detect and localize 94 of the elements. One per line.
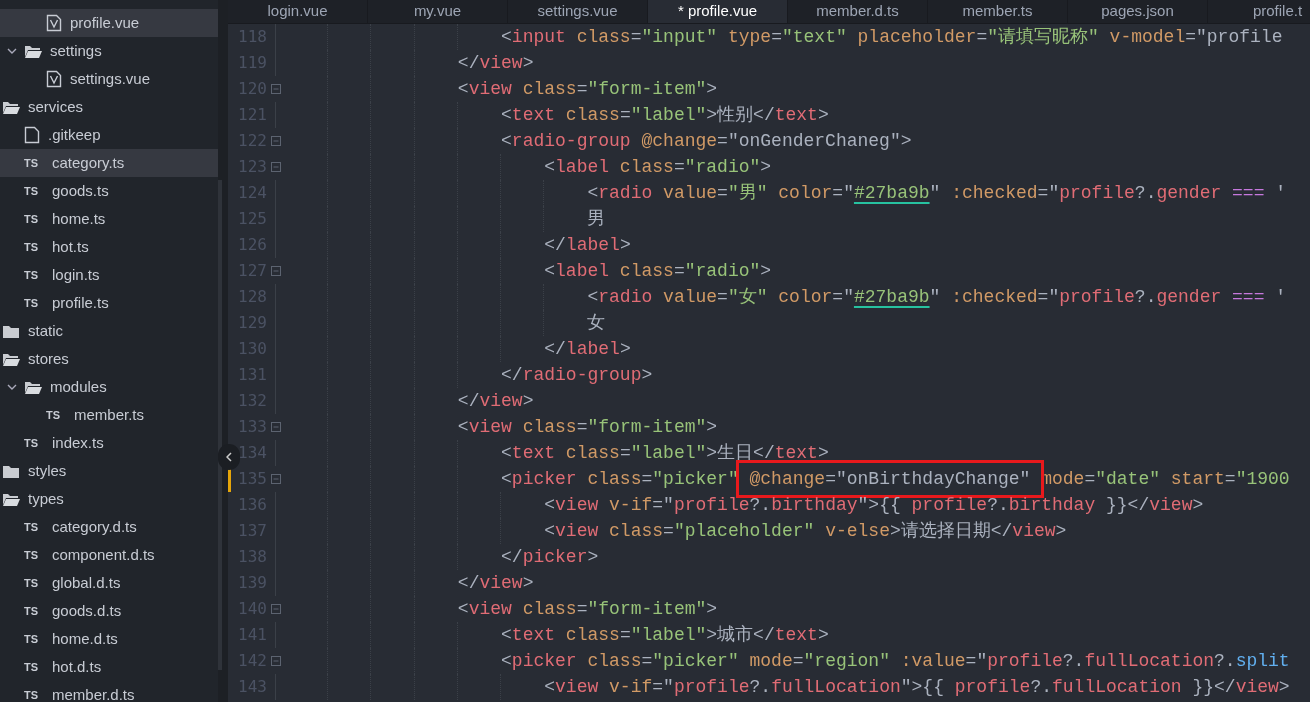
typescript-file-icon: TS — [24, 546, 44, 564]
folder-icon — [2, 463, 20, 479]
code-line: <radio value="男" color="#27ba9b" :checked="profile?.gender === ' — [586, 181, 1287, 205]
folder-item[interactable]: settings — [0, 37, 218, 65]
code-line: <view v-if="profile?.birthday">{{ profile?.birthday }}</view> — [543, 493, 1204, 517]
open-folder-icon — [24, 43, 42, 59]
file-item[interactable]: TS hot.d.ts — [0, 653, 218, 681]
file-item[interactable]: TS category.ts — [0, 149, 218, 177]
file-item[interactable]: TS index.ts — [0, 429, 218, 457]
code-line: <view class="form-item"> — [456, 415, 718, 439]
chevron-left-icon — [226, 452, 232, 462]
typescript-file-icon: TS — [24, 294, 44, 312]
fold-minus-icon[interactable] — [270, 162, 281, 172]
typescript-file-icon: TS — [24, 658, 44, 676]
typescript-file-icon: TS — [24, 630, 44, 648]
file-item[interactable]: settings.vue — [0, 65, 218, 93]
file-item[interactable]: TS goods.ts — [0, 177, 218, 205]
folder-item[interactable]: services — [0, 93, 218, 121]
code-line: </label> — [543, 337, 631, 361]
code-line: <view class="form-item"> — [456, 597, 718, 621]
code-line: </picker> — [500, 545, 599, 569]
code-line: <text class="label">城市</text> — [500, 623, 829, 647]
file-item[interactable]: TS member.ts — [0, 401, 218, 429]
fold-minus-icon[interactable] — [270, 422, 281, 432]
code-line: </label> — [543, 233, 631, 257]
fold-minus-icon[interactable] — [270, 266, 281, 276]
folder-item[interactable]: modules — [0, 373, 218, 401]
typescript-file-icon: TS — [24, 210, 44, 228]
editor-tab[interactable]: * profile.vue — [648, 0, 788, 23]
code-line: <label class="radio"> — [543, 155, 772, 179]
typescript-file-icon: TS — [46, 406, 66, 424]
fold-minus-icon[interactable] — [270, 656, 281, 666]
code-line: <input class="input" type="text" placeholder="请填写昵称" v-model="profile — [500, 25, 1283, 49]
code-line: <text class="label">性别</text> — [500, 103, 829, 127]
typescript-file-icon: TS — [24, 154, 44, 172]
editor-tab[interactable]: pages.json — [1068, 0, 1208, 23]
code-line: </view> — [456, 51, 534, 75]
code-line: <picker class="picker" mode="region" :value="profile?.fullLocation?.split — [500, 649, 1290, 673]
code-line: <view class="placeholder" v-else>请选择日期</view> — [543, 519, 1067, 543]
typescript-file-icon: TS — [24, 574, 44, 592]
code-line: <text class="label">生日</text> — [500, 441, 829, 465]
file-item[interactable]: TS global.d.ts — [0, 569, 218, 597]
folder-icon — [2, 323, 20, 339]
file-item[interactable]: TS member.d.ts — [0, 681, 218, 702]
code-line: </view> — [456, 389, 534, 413]
open-folder-icon — [2, 491, 20, 507]
typescript-file-icon: TS — [24, 686, 44, 702]
file-icon — [24, 126, 40, 144]
file-item[interactable]: TS login.ts — [0, 261, 218, 289]
file-item[interactable]: TS category.d.ts — [0, 513, 218, 541]
editor-tab[interactable]: member.d.ts — [788, 0, 928, 23]
file-item[interactable]: TS profile.ts — [0, 289, 218, 317]
code-line: <radio-group @change="onGenderChaneg"> — [500, 129, 912, 153]
folder-item[interactable]: stores — [0, 345, 218, 373]
editor-tab[interactable]: member.ts — [928, 0, 1068, 23]
file-item[interactable]: profile.vue — [0, 9, 218, 37]
typescript-file-icon: TS — [24, 602, 44, 620]
open-folder-icon — [24, 379, 42, 395]
code-line: <radio value="女" color="#27ba9b" :checked="profile?.gender === ' — [586, 285, 1287, 309]
code-line: 女 — [586, 311, 606, 335]
typescript-file-icon: TS — [24, 266, 44, 284]
code-line: </view> — [456, 571, 534, 595]
file-item[interactable]: TS goods.d.ts — [0, 597, 218, 625]
folder-item[interactable]: static — [0, 317, 218, 345]
fold-minus-icon[interactable] — [270, 84, 281, 94]
typescript-file-icon: TS — [24, 434, 44, 452]
code-line: 男 — [586, 207, 606, 231]
file-item[interactable]: TS hot.ts — [0, 233, 218, 261]
file-item[interactable]: TS home.d.ts — [0, 625, 218, 653]
editor-tab[interactable]: profile.t — [1208, 0, 1310, 23]
typescript-file-icon: TS — [24, 238, 44, 256]
fold-minus-icon[interactable] — [270, 604, 281, 614]
file-item[interactable]: TS component.d.ts — [0, 541, 218, 569]
chevron-down-icon — [7, 47, 17, 55]
open-folder-icon — [2, 351, 20, 367]
collapse-button[interactable] — [218, 444, 240, 470]
vue-file-icon — [46, 70, 62, 88]
editor-tab[interactable]: login.vue — [228, 0, 368, 23]
folder-item[interactable]: types — [0, 485, 218, 513]
code-line: <view class="form-item"> — [456, 77, 718, 101]
code-line: <label class="radio"> — [543, 259, 772, 283]
file-item[interactable]: TS home.ts — [0, 205, 218, 233]
code-line: </radio-group> — [500, 363, 653, 387]
chevron-down-icon — [7, 383, 17, 391]
fold-minus-icon[interactable] — [270, 136, 281, 146]
editor-tab[interactable]: my.vue — [368, 0, 508, 23]
open-folder-icon — [2, 99, 20, 115]
fold-minus-icon[interactable] — [270, 474, 281, 484]
file-item[interactable]: .gitkeep — [0, 121, 218, 149]
typescript-file-icon: TS — [24, 518, 44, 536]
code-line: <view v-if="profile?.fullLocation">{{ profile?.fullLocation }}</view> — [543, 675, 1290, 699]
vue-file-icon — [46, 14, 62, 32]
folder-item[interactable]: styles — [0, 457, 218, 485]
typescript-file-icon: TS — [24, 182, 44, 200]
